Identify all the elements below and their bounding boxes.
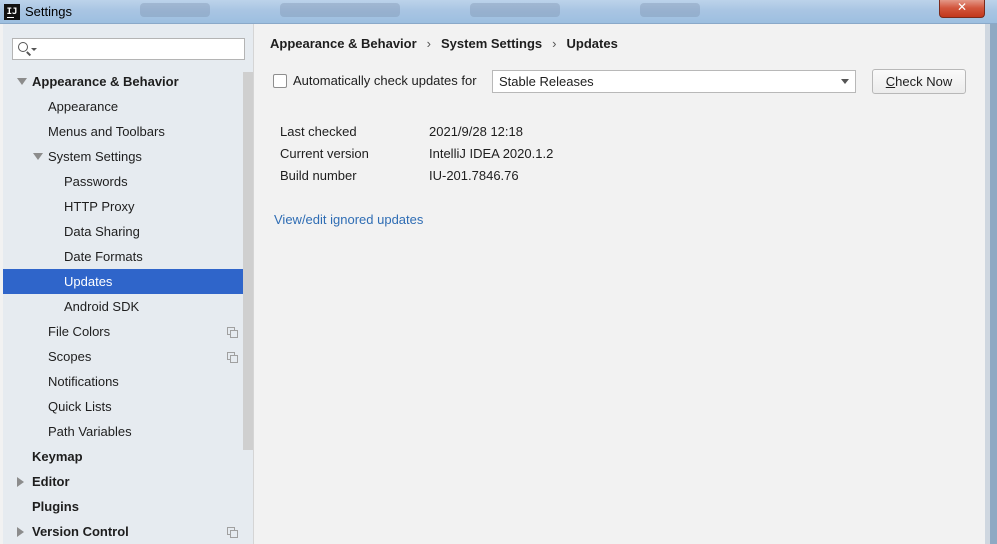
sidebar-item-keymap[interactable]: Keymap — [3, 444, 253, 469]
sidebar-item-version-control[interactable]: Version Control — [3, 519, 253, 544]
expand-arrow-down-icon[interactable] — [17, 78, 27, 85]
search-input[interactable] — [39, 39, 239, 59]
sidebar-item-label: Data Sharing — [64, 224, 140, 239]
search-icon[interactable] — [18, 42, 28, 52]
settings-sidebar: Appearance & Behavior Appearance Menus and… — [3, 24, 254, 544]
sidebar-item-system-settings[interactable]: System Settings — [3, 144, 253, 169]
background-blur — [640, 3, 700, 17]
sidebar-item-android-sdk[interactable]: Android SDK — [3, 294, 253, 319]
check-now-mnemonic: C — [885, 74, 896, 89]
auto-check-updates-label[interactable]: Automatically check updates for — [293, 73, 477, 88]
close-window-button[interactable]: ✕ — [939, 0, 985, 18]
chevron-down-icon — [841, 79, 849, 84]
sidebar-item-label: Plugins — [32, 499, 79, 514]
sidebar-item-label: File Colors — [48, 324, 111, 339]
sidebar-item-label: Path Variables — [48, 424, 132, 439]
sidebar-item-data-sharing[interactable]: Data Sharing — [3, 219, 253, 244]
update-channel-value: Stable Releases — [499, 74, 594, 89]
expand-arrow-down-icon[interactable] — [33, 153, 43, 160]
search-options-caret-icon[interactable] — [31, 48, 37, 51]
sidebar-item-label: Scopes — [48, 349, 92, 364]
sidebar-item-scopes[interactable]: Scopes — [3, 344, 253, 369]
sidebar-item-label: Editor — [32, 474, 70, 489]
sidebar-item-label: Menus and Toolbars — [48, 124, 165, 139]
sidebar-item-passwords[interactable]: Passwords — [3, 169, 253, 194]
expand-arrow-right-icon[interactable] — [17, 527, 24, 537]
sidebar-item-plugins[interactable]: Plugins — [3, 494, 253, 519]
background-blur — [470, 3, 560, 17]
sidebar-item-label: Version Control — [32, 524, 129, 539]
breadcrumb-item: System Settings — [441, 36, 543, 51]
sidebar-item-label: Date Formats — [64, 249, 143, 264]
sidebar-item-date-formats[interactable]: Date Formats — [3, 244, 253, 269]
breadcrumb-separator: › — [552, 36, 557, 51]
sidebar-item-label: Quick Lists — [48, 399, 112, 414]
title-bar: IJ Settings ✕ — [0, 0, 997, 24]
window-right-border — [985, 24, 997, 544]
sidebar-item-label: Android SDK — [64, 299, 140, 314]
auto-check-updates-checkbox[interactable] — [273, 74, 287, 88]
background-blur — [140, 3, 210, 17]
window-title: Settings — [25, 4, 72, 19]
sidebar-item-label: Keymap — [32, 449, 83, 464]
info-key: Build number — [280, 168, 357, 183]
sidebar-item-path-variables[interactable]: Path Variables — [3, 419, 253, 444]
updates-panel: Appearance & Behavior › System Settings › Up… — [255, 24, 985, 544]
sidebar-item-label: Appearance & Behavior — [32, 74, 179, 89]
project-level-icon — [227, 527, 238, 538]
sidebar-item-http-proxy[interactable]: HTTP Proxy — [3, 194, 253, 219]
project-level-icon — [227, 352, 238, 363]
update-channel-dropdown[interactable]: Stable Releases — [492, 70, 856, 93]
info-key: Last checked — [280, 124, 357, 139]
check-now-label: heck Now — [895, 74, 953, 89]
info-key: Current version — [280, 146, 369, 161]
breadcrumb-item: Updates — [566, 36, 618, 51]
settings-search[interactable] — [12, 38, 245, 60]
sidebar-item-appearance-behavior[interactable]: Appearance & Behavior — [3, 69, 253, 94]
info-value: IU-201.7846.76 — [429, 168, 519, 183]
sidebar-item-label: Notifications — [48, 374, 119, 389]
sidebar-item-appearance[interactable]: Appearance — [3, 94, 253, 119]
sidebar-item-menus-and-toolbars[interactable]: Menus and Toolbars — [3, 119, 253, 144]
background-blur — [280, 3, 400, 17]
sidebar-item-editor[interactable]: Editor — [3, 469, 253, 494]
project-level-icon — [227, 327, 238, 338]
sidebar-item-label: Updates — [64, 274, 113, 289]
sidebar-item-label: System Settings — [48, 149, 142, 164]
sidebar-item-file-colors[interactable]: File Colors — [3, 319, 253, 344]
intellij-app-icon: IJ — [4, 4, 20, 20]
info-value: 2021/9/28 12:18 — [429, 124, 523, 139]
expand-arrow-right-icon[interactable] — [17, 477, 24, 487]
breadcrumb-item: Appearance & Behavior — [270, 36, 417, 51]
view-ignored-updates-link[interactable]: View/edit ignored updates — [274, 212, 423, 227]
breadcrumb-separator: › — [426, 36, 432, 51]
sidebar-item-label: Passwords — [64, 174, 128, 189]
sidebar-scrollbar-thumb[interactable] — [243, 72, 253, 450]
sidebar-item-notifications[interactable]: Notifications — [3, 369, 253, 394]
info-value: IntelliJ IDEA 2020.1.2 — [429, 146, 554, 161]
window-frame — [990, 24, 997, 544]
sidebar-item-quick-lists[interactable]: Quick Lists — [3, 394, 253, 419]
sidebar-item-label: Appearance — [48, 99, 119, 114]
breadcrumb: Appearance & Behavior › System Settings › Up… — [270, 36, 618, 51]
sidebar-item-label: HTTP Proxy — [64, 199, 135, 214]
sidebar-item-updates[interactable]: Updates — [3, 269, 253, 294]
check-now-button[interactable]: Check Now — [872, 69, 966, 94]
